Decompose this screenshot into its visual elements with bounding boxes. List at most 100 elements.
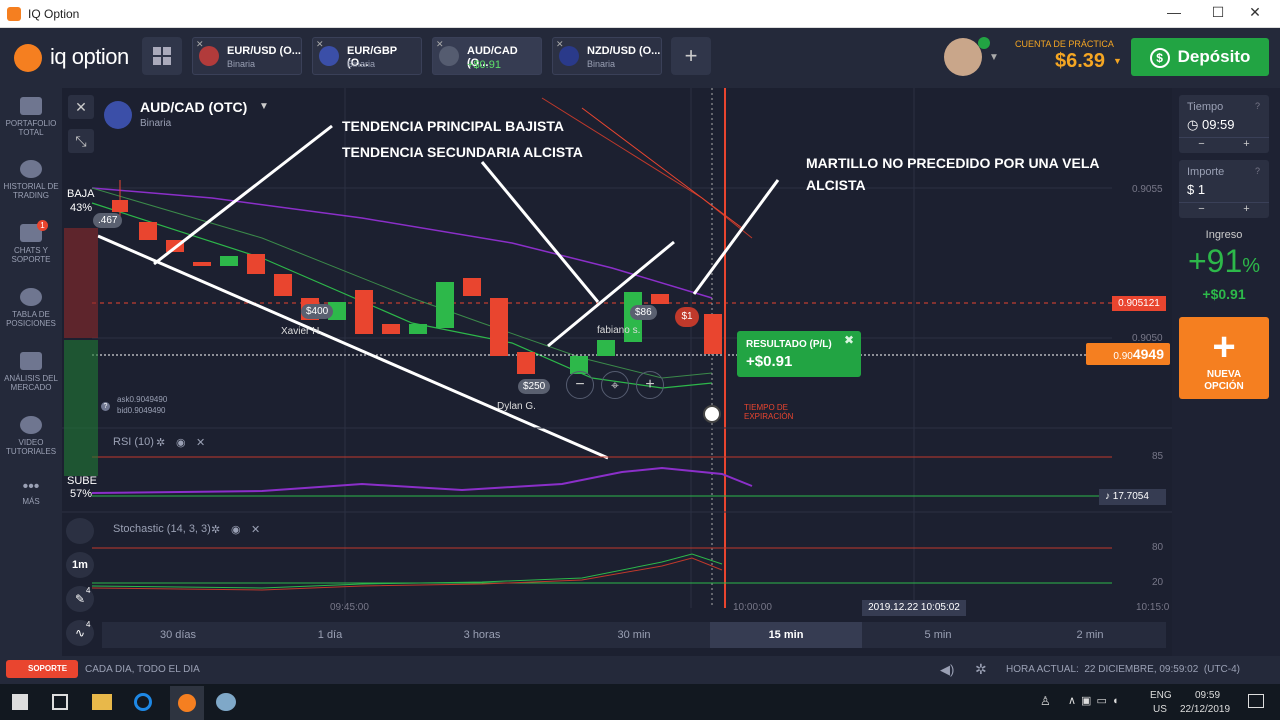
tray-icons[interactable]: ∧▣▭◖ bbox=[1068, 694, 1123, 707]
settings-gear-icon[interactable]: ✲ bbox=[975, 661, 987, 678]
help-icon[interactable]: ? bbox=[1255, 101, 1260, 111]
flag-icon bbox=[199, 46, 219, 66]
nav-chat[interactable]: CHATS Y SOPORTE bbox=[0, 224, 62, 264]
collapse-icon[interactable]: ⤡ bbox=[68, 129, 94, 153]
crosshair-icon[interactable]: ⌖ bbox=[601, 371, 629, 399]
timeframe-button[interactable]: 1m bbox=[66, 552, 94, 578]
chevron-down-icon[interactable]: ▼ bbox=[259, 101, 269, 112]
paint-icon[interactable] bbox=[216, 693, 236, 711]
eye-icon[interactable]: ◉ bbox=[176, 436, 186, 449]
iqoption-taskbar-item[interactable] bbox=[170, 686, 204, 720]
sound-icon[interactable]: ◀) bbox=[940, 662, 954, 678]
verified-icon bbox=[978, 37, 990, 49]
flag-icon bbox=[319, 46, 339, 66]
close-icon[interactable]: ✕ bbox=[196, 436, 205, 449]
tab-sub: Binaria bbox=[587, 59, 616, 69]
period-30d[interactable]: 30 días bbox=[102, 622, 254, 648]
notification-icon[interactable] bbox=[1248, 694, 1264, 708]
stoch-level: 20 bbox=[1152, 577, 1164, 588]
history-icon bbox=[20, 160, 42, 178]
eye-icon[interactable]: ◉ bbox=[231, 523, 241, 536]
flag-icon bbox=[559, 46, 579, 66]
tab-eurusd[interactable]: ✕ EUR/USD (O... Binaria bbox=[192, 37, 302, 75]
trader-amount: $250 bbox=[518, 379, 551, 394]
account-type-label[interactable]: CUENTA DE PRÁCTICA bbox=[1015, 39, 1114, 49]
people-icon[interactable]: ♙ bbox=[1040, 694, 1051, 708]
nav-leaderboard[interactable]: TABLA DE POSICIONES bbox=[0, 288, 62, 328]
language[interactable]: ENG bbox=[1150, 690, 1172, 701]
period-3h[interactable]: 3 horas bbox=[406, 622, 558, 648]
edge-icon[interactable] bbox=[134, 693, 152, 711]
tab-nzdusd[interactable]: ✕ NZD/USD (O... Binaria bbox=[552, 37, 662, 75]
stochastic-label[interactable]: Stochastic (14, 3, 3) bbox=[113, 523, 211, 535]
period-30m[interactable]: 30 min bbox=[558, 622, 710, 648]
grid-icon[interactable] bbox=[142, 37, 182, 75]
file-explorer-icon[interactable] bbox=[92, 694, 112, 710]
nav-more[interactable]: ••• MÁS bbox=[0, 479, 62, 507]
annotation-hammer: MARTILLO NO PRECEDIDO POR UNA VELA ALCIS… bbox=[806, 155, 1099, 193]
tab-eurgbp[interactable]: ✕ EUR/GBP (O... Binaria bbox=[312, 37, 422, 75]
notification-badge: 1 bbox=[37, 220, 48, 231]
nav-label: HISTORIAL DE TRADING bbox=[3, 182, 59, 200]
avatar[interactable] bbox=[944, 38, 982, 76]
region[interactable]: US bbox=[1153, 704, 1167, 715]
candle-type-icon[interactable] bbox=[66, 518, 94, 544]
rsi-label[interactable]: RSI (10) bbox=[113, 436, 154, 448]
income-value: +$0.91 bbox=[1202, 286, 1246, 302]
minimize-button[interactable]: — bbox=[1162, 4, 1186, 24]
nav-portfolio[interactable]: PORTAFOLIO TOTAL bbox=[0, 97, 62, 137]
chevron-down-icon[interactable]: ▼ bbox=[989, 52, 999, 63]
close-icon[interactable]: ✕ bbox=[251, 523, 260, 536]
gear-icon[interactable]: ✲ bbox=[156, 436, 165, 449]
new-option-label: NUEVA OPCIÓN bbox=[1204, 369, 1244, 392]
account-balance[interactable]: $6.39 bbox=[1055, 50, 1105, 73]
new-option-button[interactable]: + NUEVA OPCIÓN bbox=[1179, 317, 1269, 399]
period-15m[interactable]: 15 min bbox=[710, 622, 862, 648]
deposit-label: Depósito bbox=[1177, 47, 1251, 66]
support-button[interactable]: SOPORTE bbox=[6, 660, 78, 678]
amount-plus-button[interactable]: + bbox=[1224, 202, 1269, 218]
close-chart-icon[interactable]: ✕ bbox=[68, 95, 94, 119]
period-1d[interactable]: 1 día bbox=[254, 622, 406, 648]
time-minus-button[interactable]: − bbox=[1179, 137, 1224, 153]
add-tab-button[interactable]: + bbox=[671, 37, 711, 75]
close-button[interactable]: ✕ bbox=[1243, 4, 1267, 24]
gear-icon[interactable]: ✲ bbox=[211, 523, 220, 536]
taskbar-date[interactable]: 22/12/2019 bbox=[1180, 704, 1230, 715]
help-icon[interactable]: ? bbox=[101, 402, 110, 411]
tab-sub: Binaria bbox=[347, 59, 376, 69]
bell-icon[interactable]: ♪ bbox=[1105, 491, 1110, 502]
chevron-down-icon[interactable]: ▼ bbox=[1113, 56, 1122, 66]
stoch-level: 80 bbox=[1152, 542, 1164, 553]
trophy-icon bbox=[20, 288, 42, 306]
amount-value[interactable]: $ 1 bbox=[1187, 182, 1205, 197]
maximize-button[interactable]: ☐ bbox=[1206, 4, 1230, 24]
tab-audcad[interactable]: ✕ AUD/CAD (O... +$0.91 bbox=[432, 37, 542, 75]
asset-name[interactable]: AUD/CAD (OTC) bbox=[140, 99, 247, 115]
amount-panel[interactable]: Importe ? $ 1 − + bbox=[1179, 160, 1269, 218]
deposit-button[interactable]: $ Depósito bbox=[1131, 38, 1269, 76]
time-plus-button[interactable]: + bbox=[1224, 137, 1269, 153]
nav-label: MÁS bbox=[22, 497, 40, 506]
help-icon[interactable]: ? bbox=[1255, 166, 1260, 176]
amount-minus-button[interactable]: − bbox=[1179, 202, 1224, 218]
nav-analysis[interactable]: ANÁLISIS DEL MERCADO bbox=[0, 352, 62, 392]
status-bar: SOPORTE CADA DIA, TODO EL DIA ◀) ✲ HORA … bbox=[0, 656, 1280, 684]
annotation-secondary-trend: TENDENCIA SECUNDARIA ALCISTA bbox=[342, 144, 583, 160]
zoom-out-button[interactable]: − bbox=[566, 371, 594, 399]
close-icon[interactable]: ✖ bbox=[844, 333, 854, 347]
nav-history[interactable]: HISTORIAL DE TRADING bbox=[0, 160, 62, 200]
trader-name: Dylan G. bbox=[497, 401, 536, 412]
zoom-in-button[interactable]: + bbox=[636, 371, 664, 399]
income-pct-wrap: +91% bbox=[1179, 243, 1269, 280]
nav-video[interactable]: VIDEO TUTORIALES bbox=[0, 416, 62, 456]
period-2m[interactable]: 2 min bbox=[1014, 622, 1166, 648]
time-panel[interactable]: Tiempo ? ◷ 09:59 − + bbox=[1179, 95, 1269, 153]
taskbar-clock[interactable]: 09:59 bbox=[1195, 690, 1220, 701]
clock-icon: ◷ bbox=[1187, 117, 1199, 132]
slogan: CADA DIA, TODO EL DIA bbox=[85, 664, 200, 675]
task-view-icon[interactable] bbox=[52, 694, 68, 710]
windows-start-icon[interactable] bbox=[12, 694, 28, 710]
period-5m[interactable]: 5 min bbox=[862, 622, 1014, 648]
expiration-label: TIEMPO DE EXPIRACIÓN bbox=[744, 403, 794, 421]
